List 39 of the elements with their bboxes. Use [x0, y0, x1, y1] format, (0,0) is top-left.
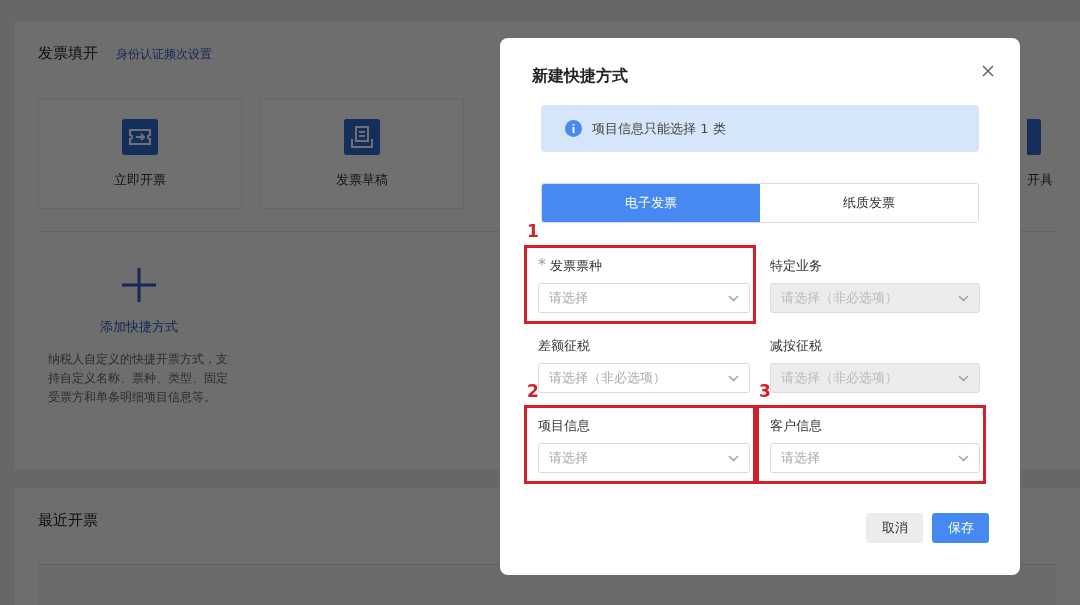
field-label: 发票票种 — [550, 258, 602, 273]
shortcut-tile[interactable]: 开具 — [1027, 99, 1057, 209]
annotation-number: 1 — [527, 221, 539, 241]
field-label: 减按征税 — [770, 338, 822, 353]
chevron-down-icon — [958, 374, 969, 382]
description-text: 纳税人自定义的快捷开票方式，支持自定义名称、票种、类型、固定受票方和单条明细项目信息等。 — [48, 351, 229, 406]
ticket-icon — [122, 119, 158, 155]
chevron-down-icon — [728, 294, 739, 302]
chevron-down-icon — [958, 294, 969, 302]
select-field[interactable]: 请选择 — [538, 443, 750, 473]
alert-text: 项目信息只能选择 1 类 — [592, 119, 726, 138]
info-icon — [565, 120, 582, 137]
field-label: 特定业务 — [770, 258, 822, 273]
required-mark: * — [538, 255, 546, 274]
annotation-number: 3 — [759, 381, 771, 401]
shortcut-tile[interactable]: 立即开票 — [38, 99, 242, 209]
select-field[interactable]: 请选择 — [538, 283, 750, 313]
chevron-down-icon — [728, 454, 739, 462]
section-title: 最近开票 — [38, 511, 98, 529]
field-label: 项目信息 — [538, 418, 590, 433]
shortcut-icon — [1027, 119, 1041, 155]
plus-icon[interactable] — [122, 268, 156, 302]
save-button[interactable]: 保存 — [932, 513, 989, 543]
document-tray-icon — [344, 119, 380, 155]
annotation-number: 2 — [527, 381, 539, 401]
dialog-title: 新建快捷方式 — [532, 66, 629, 87]
chevron-down-icon — [958, 454, 969, 462]
select-field[interactable]: 请选择（非必选项） — [538, 363, 750, 393]
add-shortcut-link[interactable]: 添加快捷方式 — [100, 318, 178, 336]
select-field[interactable]: 请选择 — [770, 443, 980, 473]
section-title: 发票填开 — [38, 44, 98, 63]
close-icon[interactable] — [982, 65, 994, 77]
settings-link[interactable]: 身份认证频次设置 — [116, 46, 212, 63]
shortcut-tile[interactable]: 发票草稿 — [260, 99, 464, 209]
chevron-down-icon — [728, 374, 739, 382]
field-label: 差额征税 — [538, 338, 590, 353]
invoice-type-tab[interactable]: 电子发票 — [542, 184, 760, 222]
cancel-button[interactable]: 取消 — [866, 513, 923, 543]
field-label: 客户信息 — [770, 418, 822, 433]
